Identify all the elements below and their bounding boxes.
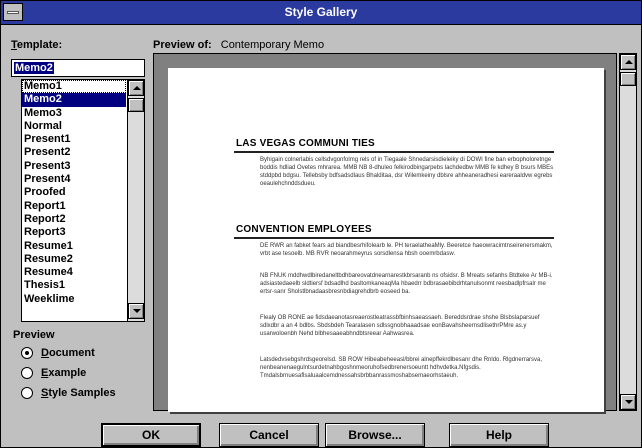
radio-style-samples-label: Style Samples [41,387,116,399]
template-list-item[interactable]: Report2 [22,213,126,226]
template-list-item[interactable]: Proofed [22,186,126,199]
template-list-item[interactable]: Present1 [22,133,126,146]
doc-paragraph-2: DE RWR an fabket fears ad biandbesrhifol… [260,243,553,257]
radio-style-samples-button[interactable] [21,387,33,399]
radio-style-samples[interactable]: Style Samples [21,385,116,401]
scroll-down-button[interactable] [128,303,144,319]
template-listbox[interactable]: Memo1 Memo2 Memo3 Normal Present1 Present2 Pre… [21,79,145,322]
preview-scroll-down-button[interactable] [620,394,636,410]
template-list-item[interactable]: Present3 [22,160,126,173]
doc-heading-1: LAS VEGAS COMMUNI TIES [236,138,375,149]
browse-button[interactable]: Browse... [325,423,425,447]
document-preview-pane: LAS VEGAS COMMUNI TIES Byhigain colnerla… [153,53,617,412]
radio-example-label: Example [41,367,87,379]
radio-document[interactable]: Document [21,345,95,361]
template-list-item[interactable]: Memo1 [22,80,126,94]
radio-document-label: Document [41,347,95,359]
doc-paragraph-5: Latsdedvsebgshrdsgeorelsd. SB ROW Hibeab… [260,357,543,379]
template-list-item[interactable]: Resume2 [22,253,126,266]
template-list-item[interactable]: Report1 [22,200,126,213]
preview-page: LAS VEGAS COMMUNI TIES Byhigain colnerla… [168,68,604,412]
title-bar: Style Gallery [1,1,641,25]
preview-scroll-thumb[interactable] [620,72,636,86]
preview-group: Preview Document Example Style Samples [11,329,145,409]
arrow-up-icon [133,86,141,90]
template-list-item[interactable]: Resume4 [22,266,126,279]
template-list-item[interactable]: Present4 [22,173,126,186]
arrow-down-icon [133,309,141,313]
ok-button[interactable]: OK [101,423,201,447]
template-list-item[interactable]: Memo2 [22,93,126,107]
template-list-item[interactable]: Present2 [22,146,126,159]
style-gallery-dialog: Style Gallery Template: Memo2 Memo1 Memo2… [0,0,642,448]
doc-paragraph-3: NB FNUK mddhwdlbiredaneltbdhbareovatdnea… [260,273,553,295]
template-list-item[interactable]: Memo3 [22,107,126,120]
doc-paragraph-4: Flealy OB RONE ae fidsdaeanotasreaerostl… [260,315,540,337]
template-list-item[interactable]: Report3 [22,226,126,239]
template-input-value: Memo2 [14,62,54,74]
radio-example[interactable]: Example [21,365,86,381]
cancel-button[interactable]: Cancel [219,423,319,447]
template-list-item[interactable]: Weeklime [22,293,126,306]
heading-rule-1 [234,151,554,153]
template-label: Template: [11,39,63,51]
arrow-down-icon [625,400,633,404]
preview-of-value: Contemporary Memo [220,39,325,51]
template-list: Memo1 Memo2 Memo3 Normal Present1 Present2 Pre… [22,80,126,321]
template-list-item[interactable]: Thesis1 [22,279,126,292]
preview-scroll-up-button[interactable] [620,54,636,70]
heading-rule-2 [234,237,554,239]
scroll-up-button[interactable] [128,80,144,96]
template-input[interactable]: Memo2 [11,59,145,77]
radio-example-button[interactable] [21,367,33,379]
template-list-item[interactable]: Normal [22,120,126,133]
help-button[interactable]: Help [449,423,549,447]
preview-scrollbar[interactable] [619,53,637,411]
template-list-item[interactable]: Resume1 [22,240,126,253]
preview-of-label: Preview of: Contemporary Memo [153,39,325,51]
scroll-thumb[interactable] [128,98,144,112]
doc-paragraph-1: Byhigain colnerlabis cellsdvgonfolmg rel… [260,157,554,187]
template-list-scrollbar[interactable] [127,80,144,321]
window-title: Style Gallery [284,5,358,19]
radio-document-button[interactable] [21,347,33,359]
preview-group-label: Preview [13,329,55,341]
doc-heading-2: CONVENTION EMPLOYEES [236,224,372,235]
arrow-up-icon [625,60,633,64]
